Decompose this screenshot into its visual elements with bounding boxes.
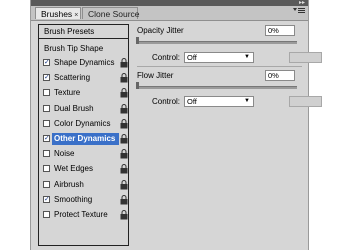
flow-jitter-slider-thumb[interactable]	[136, 82, 139, 89]
option-checkbox[interactable]: ✓	[43, 59, 50, 66]
lock-icon[interactable]	[120, 58, 128, 68]
section-divider	[137, 66, 302, 67]
opacity-control-label: Control:	[152, 53, 181, 62]
option-texture[interactable]: Texture	[43, 87, 128, 99]
flow-jitter-input[interactable]: 0%	[265, 70, 295, 81]
option-label: Other Dynamics	[54, 134, 116, 143]
lock-icon[interactable]	[120, 134, 128, 144]
option-checkbox[interactable]	[43, 119, 50, 127]
lock-icon[interactable]	[120, 103, 128, 114]
lock-icon[interactable]	[120, 164, 128, 174]
opacity-jitter-label: Opacity Jitter	[137, 26, 184, 35]
lock-icon[interactable]	[120, 210, 128, 220]
flow-jitter-label: Flow Jitter	[137, 71, 174, 80]
opacity-control-value: Off	[187, 53, 197, 62]
option-checkbox[interactable]	[43, 180, 50, 188]
option-label: Airbrush	[54, 179, 84, 189]
tab-brushes[interactable]: Brushes ×	[35, 7, 81, 19]
lock-icon[interactable]	[120, 88, 128, 98]
opacity-jitter-slider-thumb[interactable]	[136, 37, 139, 44]
option-shape-dynamics[interactable]: ✓ Shape Dynamics	[43, 57, 128, 69]
option-label: Wet Edges	[54, 164, 93, 174]
option-label: Color Dynamics	[54, 118, 111, 128]
chevron-down-icon: ▼	[244, 54, 250, 60]
panel-menu-icon-glyph	[293, 8, 305, 13]
chevron-down-icon: ▼	[244, 98, 250, 104]
brushes-panel: ▸▸ Brushes × Clone Source Brush Presets B…	[30, 0, 322, 250]
option-color-dynamics[interactable]: Color Dynamics	[43, 118, 128, 130]
flow-jitter-slider[interactable]	[137, 86, 297, 89]
panel-menu-icon[interactable]	[293, 7, 305, 19]
lock-icon[interactable]	[120, 194, 128, 205]
tab-clone-source-label: Clone Source	[88, 9, 140, 19]
option-dual-brush[interactable]: Dual Brush	[43, 103, 128, 115]
option-checkbox[interactable]: ✓	[43, 74, 50, 82]
option-label: Scattering	[54, 73, 91, 83]
option-label: Smoothing	[54, 194, 93, 204]
brush-tip-shape-item[interactable]: Brush Tip Shape	[44, 44, 103, 53]
brush-options-list: Brush Presets Brush Tip Shape ✓ Shape Dyn…	[38, 24, 129, 246]
option-label: Texture	[54, 88, 81, 98]
close-icon[interactable]: ×	[74, 12, 78, 19]
flow-control-value: Off	[187, 97, 197, 106]
opacity-control-fade-input	[289, 52, 322, 63]
lock-icon[interactable]	[120, 118, 128, 129]
lock-icon[interactable]	[120, 73, 128, 83]
opacity-jitter-slider[interactable]	[137, 41, 297, 44]
option-checkbox[interactable]: ✓	[43, 195, 50, 203]
option-scattering[interactable]: ✓ Scattering	[43, 72, 128, 84]
option-checkbox[interactable]	[43, 211, 50, 218]
option-wet-edges[interactable]: Wet Edges	[43, 163, 128, 175]
lock-icon[interactable]	[120, 149, 128, 159]
option-checkbox[interactable]: ✓	[43, 135, 50, 142]
option-checkbox[interactable]	[43, 89, 50, 97]
option-noise[interactable]: Noise	[43, 148, 128, 160]
option-label: Dual Brush	[54, 103, 94, 113]
option-protect-texture[interactable]: Protect Texture	[43, 209, 128, 221]
option-smoothing[interactable]: ✓ Smoothing	[43, 194, 128, 206]
flow-control-select[interactable]: Off ▼	[184, 96, 254, 107]
opacity-control-select[interactable]: Off ▼	[184, 52, 254, 63]
flow-control-fade-input	[289, 96, 322, 107]
option-label: Noise	[54, 149, 75, 159]
option-airbrush[interactable]: Airbrush	[43, 179, 128, 191]
opacity-jitter-input[interactable]: 0%	[265, 25, 295, 36]
tab-brushes-label: Brushes	[41, 9, 73, 19]
flow-control-label: Control:	[152, 97, 181, 106]
option-label: Shape Dynamics	[54, 58, 115, 67]
option-checkbox[interactable]	[43, 165, 50, 173]
tab-bar: Brushes × Clone Source	[31, 6, 308, 21]
tab-clone-source[interactable]: Clone Source	[82, 7, 140, 19]
option-label: Protect Texture	[54, 210, 108, 219]
option-other-dynamics[interactable]: ✓ Other Dynamics	[43, 133, 128, 145]
brush-presets-item[interactable]: Brush Presets	[39, 25, 128, 39]
option-checkbox[interactable]	[43, 104, 50, 112]
other-dynamics-settings: Opacity Jitter 0% Control: Off ▼ Flow Ji…	[132, 20, 322, 250]
lock-icon[interactable]	[120, 179, 128, 190]
option-checkbox[interactable]	[43, 150, 50, 158]
